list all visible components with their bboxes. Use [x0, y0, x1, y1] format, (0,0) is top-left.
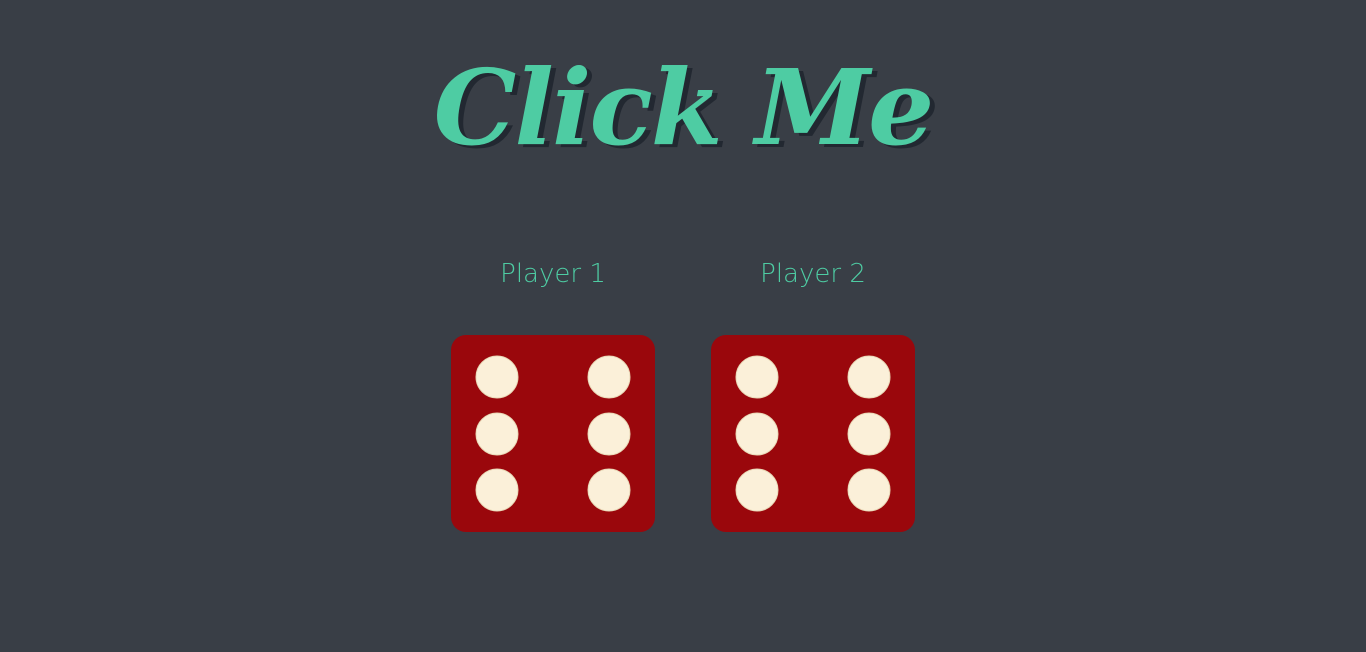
die-pip — [847, 355, 891, 399]
player-1-label: Player 1 — [500, 259, 606, 289]
die-pip — [475, 355, 519, 399]
die-pip — [587, 355, 631, 399]
die-pip — [847, 412, 891, 456]
die-pip — [735, 355, 779, 399]
player-1-die — [451, 335, 655, 532]
die-pip — [847, 468, 891, 512]
player-2-die — [711, 335, 915, 532]
die-pip — [587, 412, 631, 456]
die-pip — [735, 468, 779, 512]
dice-game-page: Click Me Player 1 Player 2 — [0, 0, 1366, 652]
die-pip — [735, 412, 779, 456]
die-pip — [475, 468, 519, 512]
page-title[interactable]: Click Me — [0, 38, 1366, 178]
die-pip — [475, 412, 519, 456]
player-2-label: Player 2 — [760, 259, 866, 289]
die-pip — [587, 468, 631, 512]
